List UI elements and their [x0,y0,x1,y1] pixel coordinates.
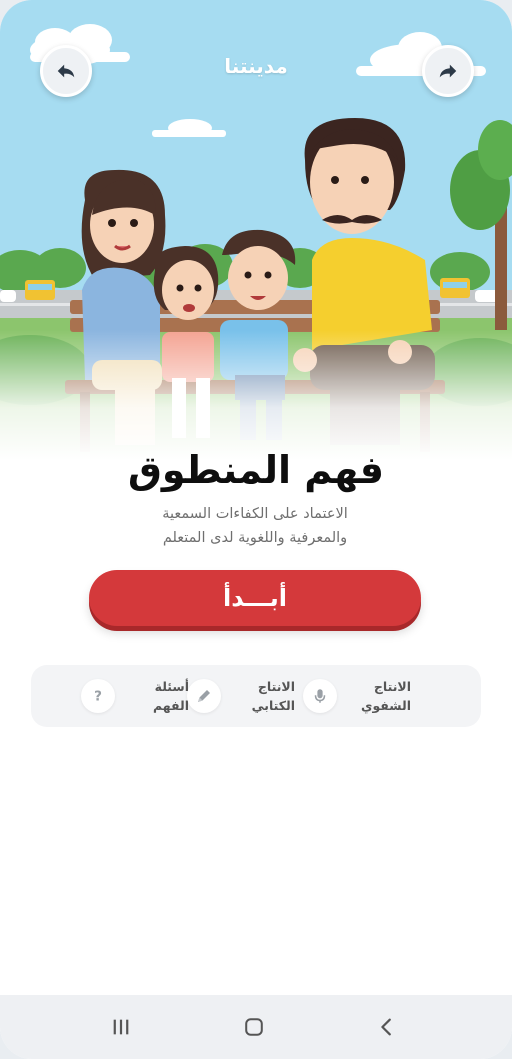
subtitle-line-2: والمعرفية واللغوية لدى المتعلم [162,530,348,546]
home-button[interactable] [234,1009,274,1045]
feature-oral-production[interactable]: الانتاج الشفوي [303,665,411,727]
start-button[interactable]: أبـــدأ [89,570,421,626]
page-title: مدينتنا [224,54,288,78]
recents-icon [113,1019,129,1035]
features-bar: ? أسئلة الفهم الانتاج الكتابي الانتاج ال… [31,665,481,727]
lesson-title: فهم المنطوق [127,448,385,492]
hero-fade-overlay [0,330,512,460]
feature-comprehension-questions[interactable]: ? أسئلة الفهم [81,665,189,727]
phone-screen: مدينتنا فهم المنطوق الاعتماد على الكفاءا… [0,0,512,1059]
pen-icon [187,679,221,713]
back-button[interactable] [40,45,92,97]
arrow-back-icon [57,64,75,78]
system-back-button[interactable] [367,1009,407,1045]
back-chevron-icon [381,1018,391,1036]
recents-button[interactable] [101,1009,141,1045]
home-icon [245,1018,263,1036]
feature-label: أسئلة الفهم [152,679,189,713]
system-navigation-bar [0,995,512,1059]
microphone-icon [303,679,337,713]
feature-label: الانتاج الشفوي [361,679,411,713]
forward-button[interactable] [422,45,474,97]
feature-written-production[interactable]: الانتاج الكتابي [187,665,295,727]
svg-text:?: ? [94,689,102,705]
arrow-forward-icon [439,64,457,78]
subtitle-line-1: الاعتماد على الكفاءات السمعية [162,506,348,522]
feature-label: الانتاج الكتابي [251,679,295,713]
question-icon: ? [81,679,115,713]
lesson-subtitle: الاعتماد على الكفاءات السمعية والمعرفية … [110,502,400,550]
